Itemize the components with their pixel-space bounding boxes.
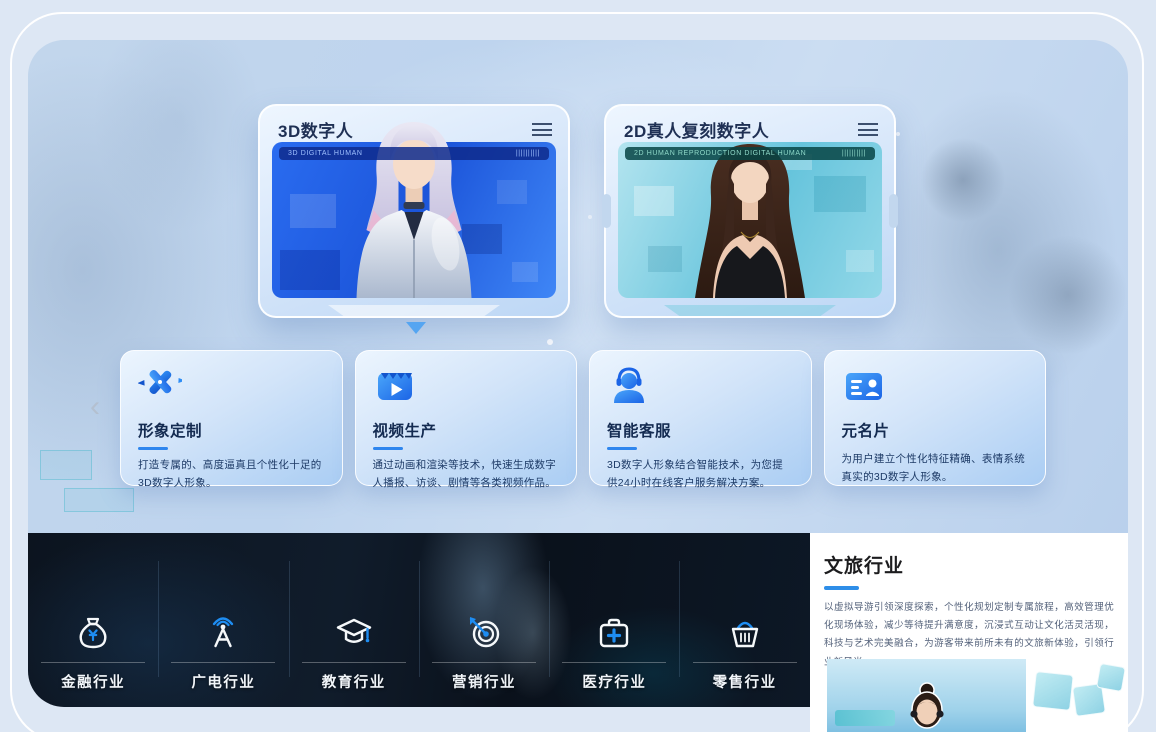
industry-label: 教育行业 — [322, 671, 386, 692]
product-card-3d-digital-human[interactable]: 3D数字人 3D DIGITAL HUMAN |||||||||| — [258, 104, 570, 318]
feature-card-row: 形象定制 打造专属的、高度逼真且个性化十足的3D数字人形象。 视频生产 通过动画… — [120, 350, 1046, 486]
industry-item-marketing[interactable]: 营销行业 — [419, 613, 549, 707]
graduation-cap-icon — [334, 613, 374, 653]
screen-ticks: |||||||||| — [516, 150, 540, 157]
feature-title: 形象定制 — [138, 419, 325, 441]
feature-description: 打造专属的、高度逼真且个性化十足的3D数字人形象。 — [138, 457, 325, 492]
money-bag-icon — [73, 613, 113, 653]
screen-ticks: |||||||||| — [842, 150, 866, 157]
title-underline — [607, 447, 637, 450]
product-card-title: 2D真人复刻数字人 — [624, 117, 769, 142]
industry-item-medical[interactable]: 医疗行业 — [549, 613, 679, 707]
screen-label: 3D DIGITAL HUMAN — [288, 150, 363, 157]
industries-section: 金融行业 广电行业 教育行业 — [28, 533, 810, 707]
menu-icon[interactable] — [532, 123, 552, 136]
industry-item-finance[interactable]: 金融行业 — [28, 613, 158, 707]
tourism-section: 文旅行业 以虚拟导游引领深度探索，个性化规划定制专属旅程，高效管理优化现场体验，… — [810, 533, 1128, 732]
product-card-2d-digital-human[interactable]: 2D真人复刻数字人 2D HUMAN REPRODUCTION DIGITAL … — [604, 104, 896, 318]
product-card-title: 3D数字人 — [278, 117, 353, 142]
title-underline — [824, 586, 859, 590]
industry-item-retail[interactable]: 零售行业 — [679, 613, 809, 707]
id-card-icon — [842, 364, 886, 408]
video-production-icon — [373, 364, 417, 408]
industry-rule — [693, 662, 797, 663]
industry-label: 零售行业 — [713, 671, 777, 692]
feature-title: 元名片 — [842, 419, 1029, 441]
industry-item-education[interactable]: 教育行业 — [289, 613, 419, 707]
tourism-image — [827, 659, 1026, 732]
industry-label: 营销行业 — [452, 671, 516, 692]
target-arrow-icon — [464, 613, 504, 653]
menu-icon[interactable] — [858, 123, 878, 136]
feature-description: 3D数字人形象结合智能技术，为您提供24小时在线客户服务解决方案。 — [607, 457, 794, 492]
title-underline — [138, 447, 168, 450]
active-card-pointer-icon — [406, 322, 426, 334]
card-bottom-tab — [328, 305, 500, 316]
screen-label: 2D HUMAN REPRODUCTION DIGITAL HUMAN — [634, 150, 806, 157]
preview-screen-3d: 3D DIGITAL HUMAN |||||||||| — [272, 142, 556, 298]
industry-rule — [41, 662, 145, 663]
broadcast-tower-icon — [203, 613, 243, 653]
feature-card-meta-business-card[interactable]: 元名片 为用户建立个性化特征精确、表情系统真实的3D数字人形象。 — [824, 350, 1047, 486]
carousel-prev-button[interactable]: ‹ — [90, 392, 100, 422]
industry-rule — [432, 662, 536, 663]
ice-cube-decoration — [1096, 663, 1126, 692]
sparkle-decoration — [28, 40, 32, 44]
title-underline — [373, 447, 403, 450]
industry-label: 广电行业 — [191, 671, 255, 692]
industry-label: 金融行业 — [61, 671, 125, 692]
industry-rule — [171, 662, 275, 663]
feature-description: 为用户建立个性化特征精确、表情系统真实的3D数字人形象。 — [842, 451, 1029, 486]
feature-card-video-production[interactable]: 视频生产 通过动画和渲染等技术，快速生成数字人播报、访谈、剧情等各类视频作品。 — [355, 350, 578, 486]
headset-agent-icon — [607, 364, 651, 408]
industry-item-broadcast[interactable]: 广电行业 — [158, 613, 288, 707]
card-bottom-tab — [664, 305, 836, 316]
pen-tools-icon — [138, 364, 182, 408]
industry-label: 医疗行业 — [582, 671, 646, 692]
industry-rule — [302, 662, 406, 663]
card-edge-notch — [889, 194, 898, 228]
preview-screen-2d: 2D HUMAN REPRODUCTION DIGITAL HUMAN ||||… — [618, 142, 882, 298]
ice-cube-decoration — [1032, 671, 1074, 711]
industry-rule — [562, 662, 666, 663]
feature-description: 通过动画和渲染等技术，快速生成数字人播报、访谈、剧情等各类视频作品。 — [373, 457, 560, 492]
medical-kit-icon — [594, 613, 634, 653]
tourism-title: 文旅行业 — [810, 533, 1128, 578]
feature-card-image-customization[interactable]: 形象定制 打造专属的、高度逼真且个性化十足的3D数字人形象。 — [120, 350, 343, 486]
feature-title: 智能客服 — [607, 419, 794, 441]
avatar-tourism-guide — [887, 682, 967, 732]
feature-card-smart-customer-service[interactable]: 智能客服 3D数字人形象结合智能技术，为您提供24小时在线客户服务解决方案。 — [589, 350, 812, 486]
hero-section: 3D数字人 3D DIGITAL HUMAN |||||||||| — [28, 40, 1128, 533]
card-edge-notch — [602, 194, 611, 228]
feature-title: 视频生产 — [373, 419, 560, 441]
shopping-basket-icon — [725, 613, 765, 653]
